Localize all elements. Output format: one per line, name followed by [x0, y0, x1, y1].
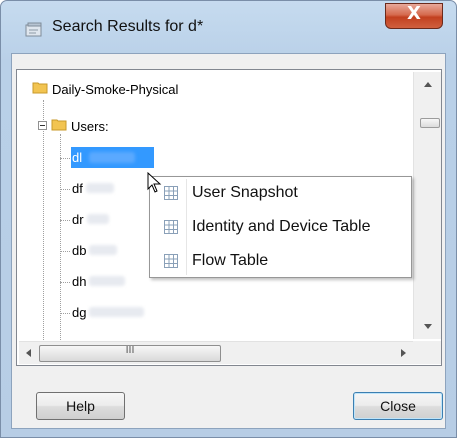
- scroll-right-arrow-icon[interactable]: [399, 348, 407, 358]
- redacted-text: [89, 245, 117, 255]
- tree-root-node[interactable]: Daily-Smoke-Physical: [52, 82, 178, 97]
- tree-item[interactable]: db: [72, 243, 86, 258]
- window-close-button[interactable]: X: [385, 3, 443, 29]
- help-button[interactable]: Help: [36, 392, 125, 420]
- menu-item-user-snapshot[interactable]: User Snapshot: [150, 179, 411, 209]
- window-title: Search Results for d*: [52, 18, 204, 35]
- tree-guide-line: [43, 100, 44, 365]
- menu-item-label: Identity and Device Table: [192, 218, 371, 235]
- tree-branch: [60, 282, 70, 283]
- tree-group-users[interactable]: Users:: [71, 119, 109, 134]
- scroll-up-arrow-icon[interactable]: [423, 81, 433, 89]
- tree-branch: [60, 313, 70, 314]
- menu-item-identity-device-table[interactable]: Identity and Device Table: [150, 213, 411, 243]
- mouse-cursor-icon: [147, 172, 162, 193]
- tree-branch: [60, 220, 70, 221]
- redacted-text: [89, 276, 125, 286]
- table-icon: [164, 254, 178, 268]
- table-icon: [164, 220, 178, 234]
- vertical-scrollbar[interactable]: [413, 72, 441, 339]
- context-menu: User Snapshot Identity and Device Table …: [149, 176, 412, 278]
- scroll-down-arrow-icon[interactable]: [423, 322, 433, 330]
- folder-icon: [32, 82, 48, 94]
- vertical-scroll-thumb[interactable]: [420, 118, 440, 128]
- redacted-text: [89, 307, 144, 317]
- collapse-toggle[interactable]: [38, 121, 47, 130]
- table-icon: [164, 186, 178, 200]
- window-app-icon: [25, 22, 42, 37]
- redacted-text: [89, 152, 135, 163]
- scroll-grip: III: [125, 345, 135, 356]
- menu-item-flow-table[interactable]: Flow Table: [150, 247, 411, 277]
- close-button[interactable]: Close: [353, 392, 443, 420]
- tree-item[interactable]: dh: [72, 274, 86, 289]
- tree-branch: [60, 251, 70, 252]
- tree-item[interactable]: dr: [72, 212, 84, 227]
- tree-branch: [60, 158, 70, 159]
- tree-branch: [60, 189, 70, 190]
- horizontal-scroll-thumb[interactable]: III: [39, 345, 221, 362]
- scrollbar-corner: [413, 341, 441, 364]
- horizontal-scrollbar[interactable]: III: [19, 341, 413, 364]
- tree-item[interactable]: dg: [72, 305, 86, 320]
- title-bar[interactable]: Search Results for d* X: [1, 1, 456, 53]
- redacted-text: [87, 214, 109, 224]
- tree-item[interactable]: df: [72, 181, 83, 196]
- scroll-left-arrow-icon[interactable]: [25, 348, 33, 358]
- minus-icon: [40, 125, 45, 126]
- redacted-text: [86, 183, 114, 193]
- menu-item-label: Flow Table: [192, 252, 269, 269]
- folder-icon: [51, 119, 67, 131]
- tree-item-selected[interactable]: dl: [72, 150, 82, 165]
- menu-item-label: User Snapshot: [192, 184, 298, 201]
- tree-guide-line: [60, 134, 61, 365]
- close-icon: X: [407, 3, 421, 24]
